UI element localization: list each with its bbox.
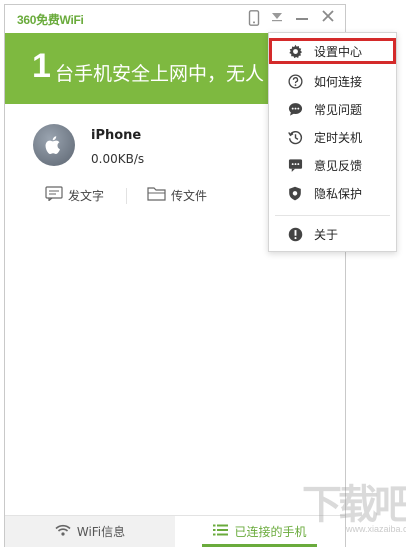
title-bar: 360免费WiFi bbox=[5, 5, 345, 33]
settings-dropdown-menu: 设置中心 如何连接 常见问题 定时关机 意见反馈 隐私保护 关于 bbox=[268, 32, 397, 252]
menu-item-settings-center[interactable]: 设置中心 bbox=[269, 38, 396, 64]
send-file-button[interactable]: 传文件 bbox=[147, 186, 207, 204]
phone-icon[interactable] bbox=[245, 10, 263, 28]
menu-divider bbox=[275, 215, 390, 216]
send-text-button[interactable]: 发文字 bbox=[45, 186, 104, 204]
tab-wifi-info-label: WiFi信息 bbox=[76, 525, 126, 539]
watermark-logo: 下载吧 bbox=[302, 482, 406, 528]
close-icon[interactable] bbox=[319, 10, 337, 28]
app-logo: 360免费WiFi bbox=[17, 13, 84, 27]
menu-item-settings-center-label: 设置中心 bbox=[314, 44, 363, 59]
wifi-icon bbox=[55, 524, 71, 539]
info-icon bbox=[287, 226, 303, 242]
send-text-label: 发文字 bbox=[68, 188, 105, 203]
action-divider bbox=[126, 188, 127, 204]
menu-item-how-to-connect[interactable]: 如何连接 bbox=[269, 68, 396, 94]
message-icon bbox=[45, 186, 63, 204]
dropdown-icon[interactable] bbox=[268, 10, 286, 28]
menu-item-how-to-connect-label: 如何连接 bbox=[314, 74, 363, 89]
minimize-icon[interactable] bbox=[293, 10, 311, 28]
menu-item-privacy[interactable]: 隐私保护 bbox=[269, 180, 396, 206]
menu-item-about[interactable]: 关于 bbox=[269, 221, 396, 247]
device-speed: 0.00KB/s bbox=[91, 152, 145, 166]
apple-icon bbox=[33, 124, 75, 166]
device-name: iPhone bbox=[91, 128, 142, 143]
tab-connected-phones-label: 已连接的手机 bbox=[234, 525, 307, 539]
status-message: 台手机安全上网中，无人 bbox=[55, 63, 265, 85]
menu-item-privacy-label: 隐私保护 bbox=[314, 186, 363, 201]
tab-wifi-info[interactable]: WiFi信息 bbox=[5, 516, 175, 547]
menu-item-feedback-label: 意见反馈 bbox=[314, 158, 363, 173]
chat-icon bbox=[287, 101, 303, 117]
menu-item-about-label: 关于 bbox=[314, 227, 339, 242]
gear-icon bbox=[287, 43, 303, 59]
folder-icon bbox=[147, 186, 166, 204]
feedback-icon bbox=[287, 157, 303, 173]
clock-history-icon bbox=[287, 129, 303, 145]
menu-item-faq-label: 常见问题 bbox=[314, 102, 363, 117]
bottom-tab-bar: WiFi信息 已连接的手机 bbox=[5, 515, 345, 547]
question-icon bbox=[287, 73, 303, 89]
send-file-label: 传文件 bbox=[171, 188, 208, 203]
menu-item-timed-shutdown-label: 定时关机 bbox=[314, 130, 363, 145]
menu-item-feedback[interactable]: 意见反馈 bbox=[269, 152, 396, 178]
menu-item-timed-shutdown[interactable]: 定时关机 bbox=[269, 124, 396, 150]
list-icon bbox=[213, 524, 229, 539]
watermark-url: www.xiazaiba.com bbox=[346, 524, 406, 534]
menu-item-faq[interactable]: 常见问题 bbox=[269, 96, 396, 122]
connected-count: 1 bbox=[32, 47, 51, 85]
shield-icon bbox=[287, 185, 303, 201]
